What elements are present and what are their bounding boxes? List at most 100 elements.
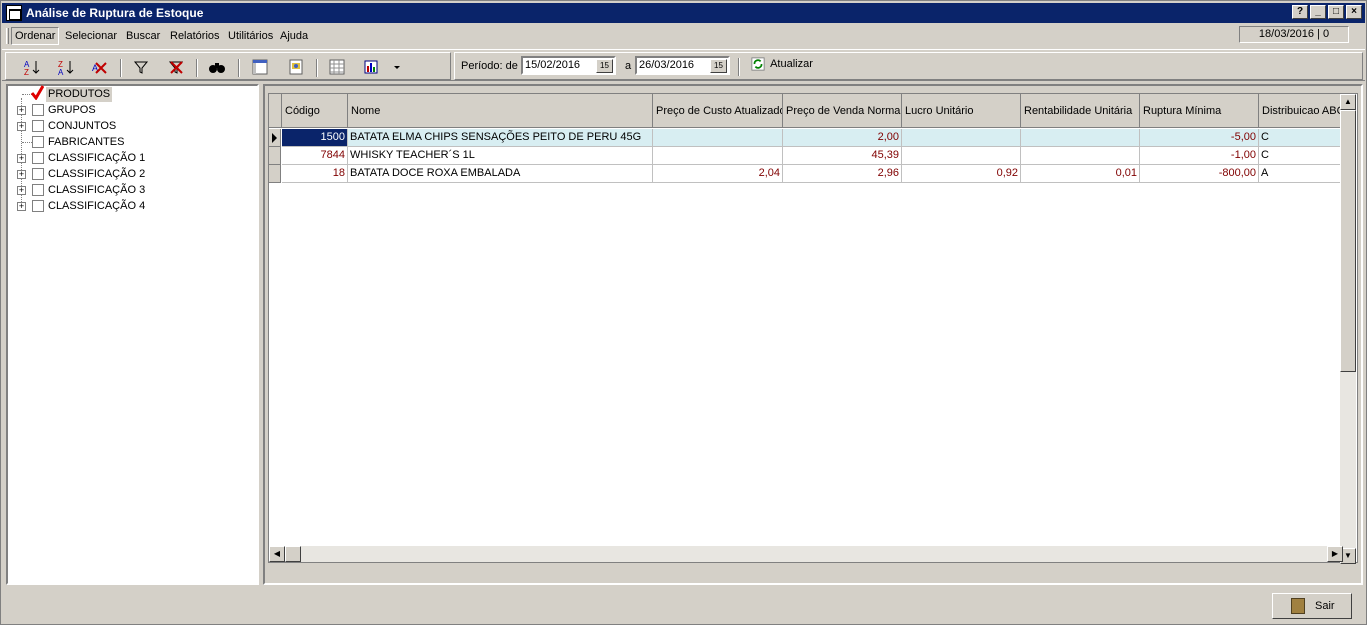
- expand-icon[interactable]: +: [17, 154, 26, 163]
- clear-filter-icon[interactable]: [167, 58, 185, 76]
- menu-selecionar[interactable]: Selecionar: [65, 30, 117, 42]
- tree-node-conjuntos[interactable]: + CONJUNTOS: [8, 119, 257, 134]
- help-button[interactable]: ?: [1292, 5, 1308, 19]
- grid-view-icon[interactable]: [328, 58, 346, 76]
- tree-checkbox[interactable]: [32, 120, 44, 132]
- cell-lucro[interactable]: [902, 129, 1021, 147]
- checkmark-icon[interactable]: [30, 84, 45, 101]
- maximize-button[interactable]: □: [1328, 5, 1344, 19]
- column-header-rentabilidade[interactable]: Rentabilidade Unitária: [1021, 94, 1140, 128]
- expand-icon[interactable]: +: [17, 122, 26, 131]
- cell-preco-venda[interactable]: 2,00: [783, 129, 902, 147]
- date-to-input[interactable]: 26/03/2016 15: [635, 56, 730, 75]
- tree-checkbox[interactable]: [32, 200, 44, 212]
- expand-icon[interactable]: +: [17, 186, 26, 195]
- column-header-ruptura[interactable]: Ruptura Mínima: [1140, 94, 1259, 128]
- cell-nome[interactable]: BATATA DOCE ROXA EMBALADA: [348, 165, 653, 183]
- table-row[interactable]: 18 BATATA DOCE ROXA EMBALADA 2,04 2,96 0…: [269, 165, 1342, 183]
- cell-abc[interactable]: A: [1259, 165, 1342, 183]
- tree-node-classificacao-2[interactable]: + CLASSIFICAÇÃO 2: [8, 167, 257, 182]
- tree-node-classificacao-3[interactable]: + CLASSIFICAÇÃO 3: [8, 183, 257, 198]
- sort-descending-icon[interactable]: ZA: [57, 58, 75, 77]
- category-tree: PRODUTOS + GRUPOS + CONJUNTOS FABRICANTE…: [6, 84, 259, 585]
- chart-dropdown-icon[interactable]: [388, 58, 400, 76]
- minimize-button[interactable]: _: [1310, 5, 1326, 19]
- cell-nome[interactable]: BATATA ELMA CHIPS SENSAÇÕES PEITO DE PER…: [348, 129, 653, 147]
- expand-icon[interactable]: +: [17, 202, 26, 211]
- cell-ruptura[interactable]: -800,00: [1140, 165, 1259, 183]
- period-to-label: a: [625, 60, 632, 72]
- column-header-preco-custo[interactable]: Preço de Custo Atualizado: [653, 94, 783, 128]
- column-header-lucro[interactable]: Lucro Unitário: [902, 94, 1021, 128]
- cell-lucro[interactable]: 0,92: [902, 165, 1021, 183]
- current-row-indicator: [269, 129, 281, 147]
- cell-preco-custo[interactable]: 2,04: [653, 165, 783, 183]
- tree-node-produtos[interactable]: PRODUTOS: [8, 84, 257, 102]
- menu-utilitarios[interactable]: Utilitários: [228, 30, 273, 42]
- cell-rentabilidade[interactable]: [1021, 147, 1140, 165]
- cell-codigo[interactable]: 18: [282, 165, 348, 183]
- refresh-button[interactable]: Atualizar: [751, 57, 813, 71]
- table-row[interactable]: 7844 WHISKY TEACHER´S 1L 45,39 -1,00 C: [269, 147, 1342, 165]
- cell-rentabilidade[interactable]: [1021, 129, 1140, 147]
- cell-rentabilidade[interactable]: 0,01: [1021, 165, 1140, 183]
- expand-icon[interactable]: +: [17, 170, 26, 179]
- tree-node-grupos[interactable]: + GRUPOS: [8, 103, 257, 118]
- expand-icon[interactable]: +: [17, 106, 26, 115]
- cell-nome[interactable]: WHISKY TEACHER´S 1L: [348, 147, 653, 165]
- date-to-value: 26/03/2016: [639, 59, 695, 71]
- scroll-thumb[interactable]: [285, 546, 301, 562]
- menu-relatorios[interactable]: Relatórios: [170, 30, 220, 42]
- scroll-left-icon[interactable]: ◀: [269, 546, 285, 562]
- tree-label: CLASSIFICAÇÃO 2: [48, 168, 146, 180]
- tree-checkbox[interactable]: [32, 184, 44, 196]
- cell-abc[interactable]: C: [1259, 129, 1342, 147]
- cell-preco-custo[interactable]: [653, 147, 783, 165]
- column-header-preco-venda[interactable]: Preço de Venda Normal: [783, 94, 902, 128]
- tree-label: CLASSIFICAÇÃO 1: [48, 152, 146, 164]
- menu-ajuda[interactable]: Ajuda: [280, 30, 308, 42]
- vertical-scrollbar[interactable]: ▲ ▼: [1340, 94, 1356, 564]
- print-preview-icon[interactable]: [287, 58, 305, 76]
- tree-checkbox[interactable]: [32, 168, 44, 180]
- toolbar-separator: [738, 58, 740, 76]
- close-button[interactable]: ×: [1346, 5, 1362, 19]
- scroll-thumb[interactable]: [1340, 110, 1356, 372]
- cell-abc[interactable]: C: [1259, 147, 1342, 165]
- tree-checkbox[interactable]: [32, 104, 44, 116]
- horizontal-scrollbar[interactable]: ◀ ▶: [269, 546, 1343, 562]
- columns-icon[interactable]: [251, 58, 269, 76]
- tree-node-classificacao-4[interactable]: + CLASSIFICAÇÃO 4: [8, 199, 257, 214]
- binoculars-icon[interactable]: [208, 58, 226, 76]
- scroll-right-icon[interactable]: ▶: [1327, 546, 1343, 562]
- column-header-nome[interactable]: Nome: [348, 94, 653, 128]
- cell-lucro[interactable]: [902, 147, 1021, 165]
- exit-button[interactable]: Sair: [1272, 593, 1352, 619]
- cell-ruptura[interactable]: -5,00: [1140, 129, 1259, 147]
- date-from-input[interactable]: 15/02/2016 15: [521, 56, 616, 75]
- chart-icon[interactable]: [363, 58, 381, 76]
- cell-preco-venda[interactable]: 2,96: [783, 165, 902, 183]
- column-header-abc[interactable]: Distribuicao ABC: [1259, 94, 1342, 128]
- calendar-icon[interactable]: 15: [596, 59, 613, 73]
- cell-ruptura[interactable]: -1,00: [1140, 147, 1259, 165]
- tree-checkbox[interactable]: [32, 152, 44, 164]
- calendar-icon[interactable]: 15: [710, 59, 727, 73]
- menu-buscar[interactable]: Buscar: [126, 30, 160, 42]
- tree-checkbox[interactable]: [32, 136, 44, 148]
- scroll-up-icon[interactable]: ▲: [1340, 94, 1356, 110]
- tree-node-classificacao-1[interactable]: + CLASSIFICAÇÃO 1: [8, 151, 257, 166]
- cell-codigo[interactable]: 7844: [282, 147, 348, 165]
- column-header-codigo[interactable]: Código: [282, 94, 348, 128]
- svg-text:Z: Z: [24, 68, 29, 76]
- cell-preco-venda[interactable]: 45,39: [783, 147, 902, 165]
- cell-preco-custo[interactable]: [653, 129, 783, 147]
- table-row[interactable]: 1500 BATATA ELMA CHIPS SENSAÇÕES PEITO D…: [269, 129, 1342, 147]
- tree-node-fabricantes[interactable]: FABRICANTES: [8, 135, 257, 150]
- clear-sort-icon[interactable]: A: [91, 58, 109, 76]
- refresh-icon: [751, 57, 765, 71]
- filter-icon[interactable]: [132, 58, 150, 76]
- menu-ordenar[interactable]: Ordenar: [11, 27, 60, 45]
- sort-ascending-icon[interactable]: AZ: [23, 58, 41, 77]
- cell-codigo[interactable]: 1500: [282, 129, 348, 147]
